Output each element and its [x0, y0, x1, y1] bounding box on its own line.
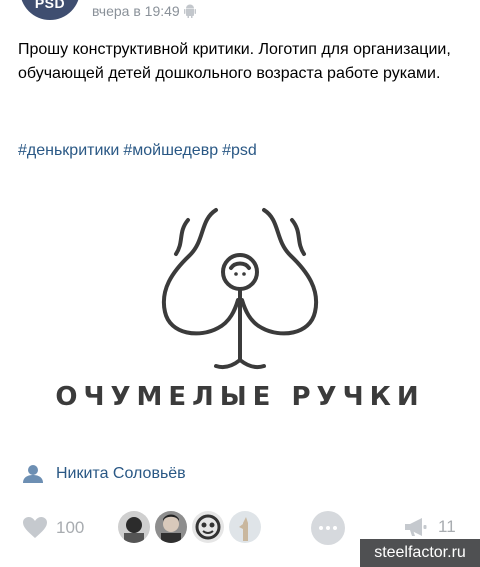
- hashtags: #денькритики #мойшедевр #psd: [18, 142, 257, 160]
- post-time[interactable]: вчера в 19:49: [92, 3, 196, 19]
- group-avatar-text: PSD: [34, 0, 66, 11]
- author-name: Никита Соловьёв: [56, 465, 186, 482]
- android-icon: [183, 4, 196, 18]
- like-button[interactable]: 100: [22, 516, 84, 539]
- ellipsis-icon: [319, 526, 337, 530]
- hashtag-link[interactable]: #денькритики: [18, 142, 119, 160]
- share-count: 11: [438, 517, 456, 536]
- post-header: PSD вчера в 19:49: [0, 0, 480, 30]
- hashtag-link[interactable]: #psd: [222, 142, 257, 160]
- more-likers-button[interactable]: [311, 511, 345, 545]
- avatar[interactable]: [118, 511, 150, 543]
- avatar[interactable]: [155, 511, 187, 543]
- megaphone-icon: [405, 518, 427, 536]
- avatar[interactable]: [229, 511, 261, 543]
- post-time-label: вчера в 19:49: [92, 3, 180, 19]
- liker-avatars[interactable]: [118, 511, 261, 543]
- like-count: 100: [56, 517, 85, 537]
- hashtag-link[interactable]: #мойшедевр: [123, 142, 218, 160]
- avatar[interactable]: [192, 511, 224, 543]
- watermark: steelfactor.ru: [360, 539, 480, 567]
- group-avatar[interactable]: PSD: [20, 0, 80, 20]
- post-text: Прошу конструктивной критики. Логотип дл…: [18, 41, 451, 82]
- share-button[interactable]: 11: [404, 517, 456, 537]
- logo-wordmark: ОЧУМЕЛЫЕ РУЧКИ: [55, 382, 425, 412]
- heart-icon: [23, 517, 47, 538]
- post-author[interactable]: Никита Соловьёв: [22, 464, 186, 484]
- user-icon: [23, 465, 43, 483]
